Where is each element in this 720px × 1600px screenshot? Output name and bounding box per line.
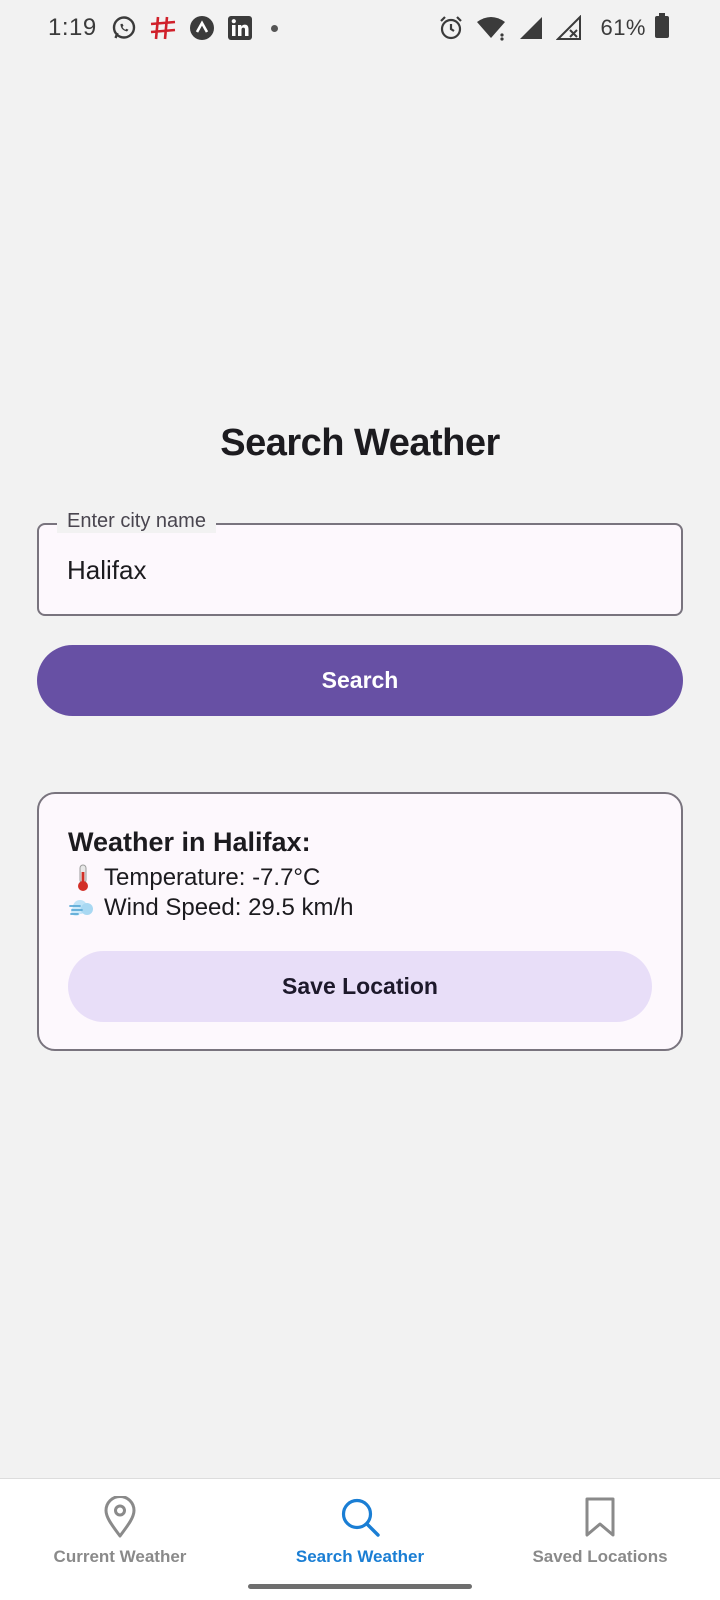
search-button[interactable]: Search — [37, 645, 683, 716]
bookmark-icon — [578, 1495, 622, 1539]
hashtag-app-icon — [149, 14, 177, 42]
map-pin-icon — [98, 1495, 142, 1539]
nav-label-current-weather: Current Weather — [53, 1547, 187, 1566]
page-title: Search Weather — [220, 422, 500, 464]
temperature-text: Temperature: -7.7°C — [104, 864, 321, 891]
status-bar: 1:19 61% — [0, 0, 720, 56]
bottom-navigation: Current Weather Search Weather Saved Loc… — [0, 1478, 720, 1600]
signal-no-data-icon — [556, 15, 582, 41]
wind-row: Wind Speed: 29.5 km/h — [68, 894, 353, 922]
wifi-icon — [476, 15, 506, 41]
nav-item-saved-locations[interactable]: Saved Locations — [480, 1479, 720, 1579]
weather-heading: Weather in Halifax: — [68, 827, 311, 857]
screen: 1:19 61% Search Weather Enter city name … — [0, 0, 720, 1600]
notification-dot-icon — [270, 24, 278, 32]
battery-percent: 61% — [600, 15, 646, 40]
wind-icon — [68, 894, 98, 922]
signal-icon — [518, 15, 544, 41]
status-right: 61% — [438, 12, 670, 44]
alarm-icon — [438, 15, 464, 41]
home-indicator[interactable] — [248, 1584, 472, 1589]
thermometer-icon — [68, 864, 98, 892]
search-icon — [338, 1495, 382, 1539]
status-left: 1:19 — [48, 14, 278, 42]
status-time: 1:19 — [48, 14, 97, 41]
battery-icon — [654, 12, 670, 44]
city-input[interactable] — [67, 547, 657, 593]
save-location-button[interactable]: Save Location — [68, 951, 652, 1022]
nav-item-current-weather[interactable]: Current Weather — [0, 1479, 240, 1579]
nav-label-saved-locations: Saved Locations — [532, 1547, 668, 1566]
whatsapp-icon — [111, 15, 137, 41]
wind-text: Wind Speed: 29.5 km/h — [104, 894, 354, 921]
linkedin-icon — [227, 15, 253, 41]
city-field[interactable]: Enter city name — [37, 510, 683, 616]
nav-label-search-weather: Search Weather — [295, 1547, 425, 1566]
city-field-label: Enter city name — [57, 510, 216, 533]
nav-item-search-weather[interactable]: Search Weather — [240, 1479, 480, 1579]
temperature-row: Temperature: -7.7°C — [68, 864, 320, 892]
expo-icon — [189, 15, 215, 41]
weather-result-card: Weather in Halifax: Temperature: -7.7°C … — [37, 792, 683, 1051]
